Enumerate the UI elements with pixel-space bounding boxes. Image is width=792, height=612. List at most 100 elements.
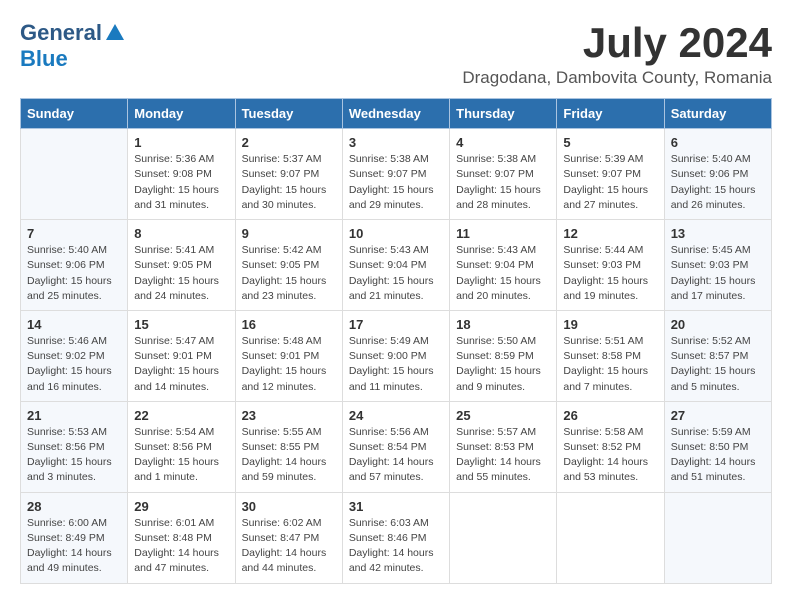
header-monday: Monday [128,99,235,129]
day-info: Sunrise: 5:38 AM Sunset: 9:07 PM Dayligh… [456,152,550,213]
day-info: Sunrise: 5:36 AM Sunset: 9:08 PM Dayligh… [134,152,228,213]
calendar-cell: 10Sunrise: 5:43 AM Sunset: 9:04 PM Dayli… [342,220,449,311]
calendar-body: 1 Sunrise: 5:36 AM Sunset: 9:08 PM Daylig… [21,129,772,583]
day-info: Sunrise: 6:02 AM Sunset: 8:47 PM Dayligh… [242,516,336,577]
day-info: Sunrise: 5:49 AM Sunset: 9:00 PM Dayligh… [349,334,443,395]
day-info: Sunrise: 6:01 AM Sunset: 8:48 PM Dayligh… [134,516,228,577]
day-number: 22 [134,408,228,423]
day-number: 9 [242,226,336,241]
day-number: 18 [456,317,550,332]
day-info: Sunrise: 5:37 AM Sunset: 9:07 PM Dayligh… [242,152,336,213]
calendar-cell: 23 Sunrise: 5:55 AM Sunset: 8:55 PM Dayli… [235,401,342,492]
calendar-cell: 15 Sunrise: 5:47 AM Sunset: 9:01 PM Dayli… [128,310,235,401]
day-info: Sunrise: 5:43 AM Sunset: 9:04 PM Dayligh… [456,243,550,304]
day-info: Sunrise: 5:40 AM Sunset: 9:06 PM Dayligh… [27,243,121,304]
day-info: Sunrise: 5:59 AM Sunset: 8:50 PM Dayligh… [671,425,765,486]
day-info: Sunrise: 5:45 AM Sunset: 9:03 PM Dayligh… [671,243,765,304]
header-friday: Friday [557,99,664,129]
day-info: Sunrise: 5:53 AM Sunset: 8:56 PM Dayligh… [27,425,121,486]
day-info: Sunrise: 6:03 AM Sunset: 8:46 PM Dayligh… [349,516,443,577]
calendar-cell: 13 Sunrise: 5:45 AM Sunset: 9:03 PM Dayli… [664,220,771,311]
day-number: 29 [134,499,228,514]
calendar-cell: 14Sunrise: 5:46 AM Sunset: 9:02 PM Dayli… [21,310,128,401]
logo-blue: Blue [20,46,68,71]
calendar-week-5: 28 Sunrise: 6:00 AM Sunset: 8:49 PM Dayli… [21,492,772,583]
day-info: Sunrise: 5:44 AM Sunset: 9:03 PM Dayligh… [563,243,657,304]
weekday-header-row: Sunday Monday Tuesday Wednesday Thursday… [21,99,772,129]
day-info: Sunrise: 5:39 AM Sunset: 9:07 PM Dayligh… [563,152,657,213]
calendar-cell: 8 Sunrise: 5:41 AM Sunset: 9:05 PM Daylig… [128,220,235,311]
day-number: 10 [349,226,443,241]
day-info: Sunrise: 5:54 AM Sunset: 8:56 PM Dayligh… [134,425,228,486]
calendar-cell [450,492,557,583]
day-number: 20 [671,317,765,332]
day-number: 19 [563,317,657,332]
calendar-cell [557,492,664,583]
calendar-cell: 24 Sunrise: 5:56 AM Sunset: 8:54 PM Dayli… [342,401,449,492]
day-number: 26 [563,408,657,423]
day-info: Sunrise: 5:48 AM Sunset: 9:01 PM Dayligh… [242,334,336,395]
day-number: 17 [349,317,443,332]
day-number: 1 [134,135,228,150]
calendar-cell: 4Sunrise: 5:38 AM Sunset: 9:07 PM Daylig… [450,129,557,220]
day-number: 13 [671,226,765,241]
page-header: General Blue July 2024 Dragodana, Dambov… [20,20,772,88]
day-info: Sunrise: 5:50 AM Sunset: 8:59 PM Dayligh… [456,334,550,395]
calendar-cell: 29 Sunrise: 6:01 AM Sunset: 8:48 PM Dayli… [128,492,235,583]
day-number: 2 [242,135,336,150]
calendar-cell: 30 Sunrise: 6:02 AM Sunset: 8:47 PM Dayli… [235,492,342,583]
day-number: 25 [456,408,550,423]
calendar-cell: 12 Sunrise: 5:44 AM Sunset: 9:03 PM Dayli… [557,220,664,311]
calendar-cell: 7 Sunrise: 5:40 AM Sunset: 9:06 PM Daylig… [21,220,128,311]
day-number: 15 [134,317,228,332]
logo: General Blue [20,20,126,72]
month-title: July 2024 [462,20,772,66]
day-number: 8 [134,226,228,241]
day-number: 16 [242,317,336,332]
calendar-week-4: 21Sunrise: 5:53 AM Sunset: 8:56 PM Dayli… [21,401,772,492]
calendar-cell: 25 Sunrise: 5:57 AM Sunset: 8:53 PM Dayli… [450,401,557,492]
calendar-header: Sunday Monday Tuesday Wednesday Thursday… [21,99,772,129]
day-number: 11 [456,226,550,241]
calendar-table: Sunday Monday Tuesday Wednesday Thursday… [20,98,772,583]
calendar-cell: 6 Sunrise: 5:40 AM Sunset: 9:06 PM Daylig… [664,129,771,220]
day-number: 7 [27,226,121,241]
calendar-cell: 3Sunrise: 5:38 AM Sunset: 9:07 PM Daylig… [342,129,449,220]
day-number: 30 [242,499,336,514]
calendar-cell: 9 Sunrise: 5:42 AM Sunset: 9:05 PM Daylig… [235,220,342,311]
day-number: 3 [349,135,443,150]
day-info: Sunrise: 5:42 AM Sunset: 9:05 PM Dayligh… [242,243,336,304]
title-area: July 2024 Dragodana, Dambovita County, R… [462,20,772,88]
day-info: Sunrise: 5:56 AM Sunset: 8:54 PM Dayligh… [349,425,443,486]
day-info: Sunrise: 6:00 AM Sunset: 8:49 PM Dayligh… [27,516,121,577]
day-info: Sunrise: 5:41 AM Sunset: 9:05 PM Dayligh… [134,243,228,304]
calendar-week-1: 1 Sunrise: 5:36 AM Sunset: 9:08 PM Daylig… [21,129,772,220]
calendar-cell: 31 Sunrise: 6:03 AM Sunset: 8:46 PM Dayli… [342,492,449,583]
day-number: 28 [27,499,121,514]
calendar-cell: 27 Sunrise: 5:59 AM Sunset: 8:50 PM Dayli… [664,401,771,492]
day-info: Sunrise: 5:47 AM Sunset: 9:01 PM Dayligh… [134,334,228,395]
calendar-cell: 5Sunrise: 5:39 AM Sunset: 9:07 PM Daylig… [557,129,664,220]
day-info: Sunrise: 5:55 AM Sunset: 8:55 PM Dayligh… [242,425,336,486]
calendar-cell: 19Sunrise: 5:51 AM Sunset: 8:58 PM Dayli… [557,310,664,401]
day-number: 31 [349,499,443,514]
day-info: Sunrise: 5:57 AM Sunset: 8:53 PM Dayligh… [456,425,550,486]
calendar-cell [664,492,771,583]
day-number: 24 [349,408,443,423]
day-number: 12 [563,226,657,241]
day-number: 6 [671,135,765,150]
logo-general: General [20,20,102,46]
day-info: Sunrise: 5:40 AM Sunset: 9:06 PM Dayligh… [671,152,765,213]
logo-icon [104,22,126,44]
header-thursday: Thursday [450,99,557,129]
day-number: 23 [242,408,336,423]
day-number: 27 [671,408,765,423]
calendar-cell: 20 Sunrise: 5:52 AM Sunset: 8:57 PM Dayli… [664,310,771,401]
calendar-cell: 28 Sunrise: 6:00 AM Sunset: 8:49 PM Dayli… [21,492,128,583]
calendar-cell: 16 Sunrise: 5:48 AM Sunset: 9:01 PM Dayli… [235,310,342,401]
calendar-cell: 1 Sunrise: 5:36 AM Sunset: 9:08 PM Daylig… [128,129,235,220]
day-info: Sunrise: 5:52 AM Sunset: 8:57 PM Dayligh… [671,334,765,395]
header-tuesday: Tuesday [235,99,342,129]
day-number: 14 [27,317,121,332]
header-saturday: Saturday [664,99,771,129]
